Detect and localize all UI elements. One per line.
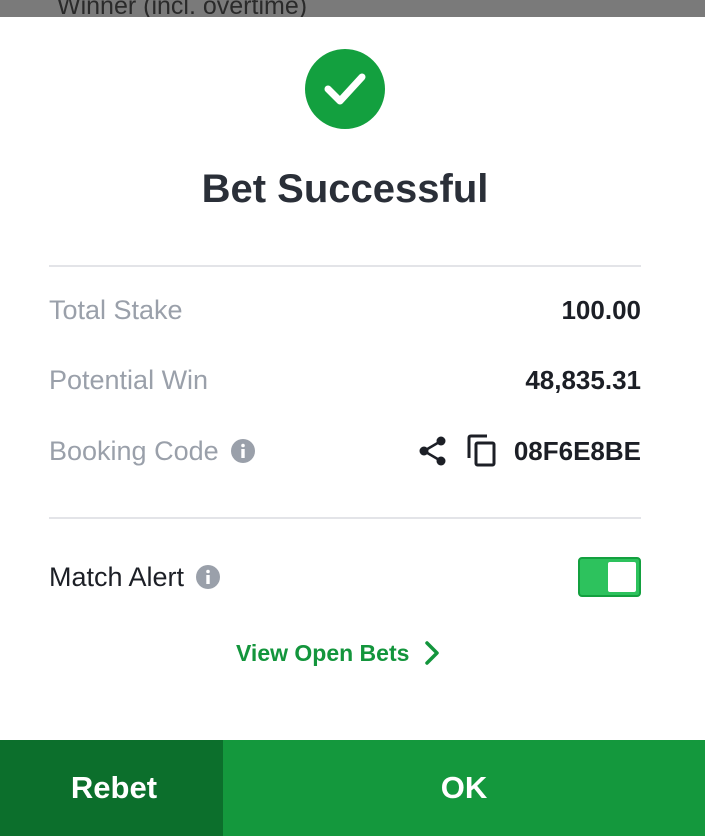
info-icon[interactable] — [196, 565, 221, 589]
match-alert-toggle[interactable] — [578, 557, 641, 597]
match-alert-label-group: Match Alert — [49, 561, 221, 593]
background-market-title: Winner (incl. overtime) — [57, 0, 308, 17]
divider — [49, 517, 641, 519]
chevron-right-icon — [423, 640, 441, 666]
total-stake-row: Total Stake 100.00 — [49, 290, 641, 330]
booking-code-label-group: Booking Code — [49, 436, 255, 467]
potential-win-label: Potential Win — [49, 364, 209, 395]
share-icon[interactable] — [418, 435, 448, 467]
match-alert-label: Match Alert — [49, 561, 185, 592]
booking-code-value[interactable]: 08F6E8BE — [514, 436, 641, 467]
total-stake-label: Total Stake — [49, 294, 183, 325]
potential-win-row: Potential Win 48,835.31 — [49, 360, 641, 400]
ok-button[interactable]: OK — [223, 740, 705, 836]
booking-code-row: Booking Code 08F6E8BE — [49, 431, 641, 471]
copy-icon[interactable] — [466, 434, 498, 468]
total-stake-value: 100.00 — [561, 294, 641, 325]
bet-success-dialog: Bet Successful Total Stake 100.00 Potent… — [0, 17, 705, 836]
rebet-button[interactable]: Rebet — [0, 740, 223, 836]
background-market-header: Winner (incl. overtime) — [0, 0, 705, 17]
check-circle-icon — [305, 49, 385, 129]
divider — [49, 265, 641, 267]
toggle-knob — [608, 562, 636, 592]
potential-win-value: 48,835.31 — [525, 364, 641, 395]
view-open-bets-label: View Open Bets — [236, 639, 410, 666]
view-open-bets-link[interactable]: View Open Bets — [236, 636, 441, 670]
info-icon[interactable] — [230, 439, 255, 463]
booking-code-actions: 08F6E8BE — [418, 434, 641, 468]
dialog-title: Bet Successful — [201, 167, 489, 211]
dialog-footer: Rebet OK — [0, 740, 705, 836]
match-alert-row: Match Alert — [49, 557, 641, 597]
booking-code-label: Booking Code — [49, 435, 219, 466]
